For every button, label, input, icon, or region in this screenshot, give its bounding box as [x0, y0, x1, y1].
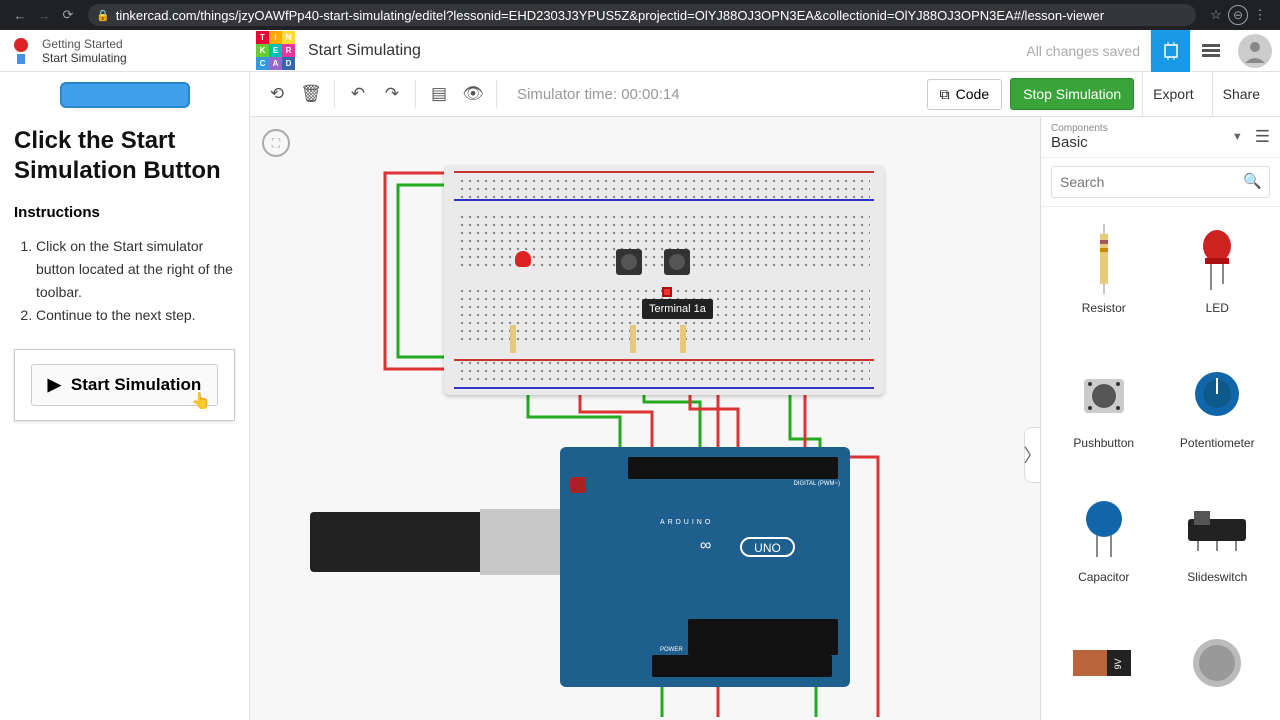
- browser-chrome: ← → ⟳ 🔒 tinkercad.com/things/jzyOAWfPp40…: [0, 0, 1280, 30]
- person-icon: [1243, 39, 1267, 63]
- star-icon[interactable]: ☆: [1204, 7, 1228, 23]
- pushbutton-component[interactable]: [664, 249, 690, 275]
- resistor-component[interactable]: [630, 325, 636, 353]
- lesson-sidebar: Click the Start Simulation Button Instru…: [0, 72, 250, 720]
- redo-button[interactable]: ↷: [375, 77, 409, 111]
- code-icon: ⧉: [940, 86, 950, 103]
- breadcrumb-top[interactable]: Getting Started: [42, 37, 127, 51]
- chevron-down-icon: ▼: [1232, 131, 1243, 143]
- resistor-component[interactable]: [680, 325, 686, 353]
- start-sim-callout: ▶ Start Simulation 👆: [14, 349, 235, 421]
- arduino-uno[interactable]: DIGITAL (PWM~) POWER ANALOG IN ∞ ARDUINO…: [500, 447, 860, 717]
- back-button[interactable]: ←: [8, 8, 32, 23]
- notes-button[interactable]: ▤: [422, 77, 456, 111]
- terminal-highlight[interactable]: [662, 287, 672, 297]
- save-status: All changes saved: [1026, 43, 1140, 59]
- reset-button[interactable]: [570, 477, 586, 493]
- editor-toolbar: ⟲ 🗑 ↶ ↷ ▤ 👁 Simulator time: 00:00:14 ⧉Co…: [250, 72, 1280, 117]
- breadboard[interactable]: [444, 165, 884, 395]
- component-capacitor[interactable]: Capacitor: [1049, 486, 1159, 617]
- list-icon: [1202, 44, 1220, 58]
- component-resistor[interactable]: Resistor: [1049, 217, 1159, 348]
- url-bar[interactable]: 🔒 tinkercad.com/things/jzyOAWfPp40-start…: [88, 4, 1196, 26]
- list-view-icon[interactable]: ☰: [1255, 127, 1270, 147]
- user-avatar[interactable]: [1238, 34, 1272, 68]
- stop-simulation-button[interactable]: Stop Simulation: [1010, 78, 1134, 110]
- rotate-button[interactable]: ⟲: [260, 77, 294, 111]
- tinkercad-logo[interactable]: TIN KER CAD: [256, 31, 296, 71]
- undo-button[interactable]: ↶: [341, 77, 375, 111]
- terminal-tooltip: Terminal 1a: [642, 299, 713, 319]
- instruction-step: Continue to the next step.: [36, 304, 235, 327]
- component-pushbutton[interactable]: Pushbutton: [1049, 352, 1159, 483]
- circuit-view-button[interactable]: [1150, 30, 1190, 72]
- code-button[interactable]: ⧉Code: [927, 79, 1002, 110]
- search-icon: 🔍: [1243, 172, 1262, 190]
- components-panel: Components Basic ▼ ☰ 🔍 Resistor: [1040, 117, 1280, 720]
- panel-collapse-handle[interactable]: 〉: [1024, 427, 1040, 483]
- svg-text:9V: 9V: [1113, 658, 1123, 669]
- components-category-select[interactable]: Components Basic: [1051, 123, 1220, 151]
- visibility-button[interactable]: 👁: [456, 77, 490, 111]
- circuit-canvas[interactable]: ⛶: [250, 117, 1280, 720]
- start-simulation-example-button[interactable]: ▶ Start Simulation 👆: [31, 364, 218, 406]
- led-component[interactable]: [515, 251, 531, 267]
- list-view-button[interactable]: [1190, 30, 1230, 72]
- component-slideswitch[interactable]: Slideswitch: [1163, 486, 1273, 617]
- project-title[interactable]: Start Simulating: [308, 42, 421, 60]
- arduino-model: UNO: [740, 537, 795, 557]
- microcontroller-chip: [688, 619, 838, 655]
- instructions-heading: Instructions: [14, 204, 235, 221]
- infinity-icon: ∞: [700, 537, 711, 555]
- forward-button[interactable]: →: [32, 8, 56, 23]
- profile-icon[interactable]: ⊖: [1228, 5, 1248, 25]
- url-text: tinkercad.com/things/jzyOAWfPp40-start-s…: [116, 8, 1104, 23]
- arduino-brand: ARDUINO: [660, 519, 713, 526]
- component-coincell[interactable]: [1163, 621, 1273, 720]
- delete-button[interactable]: 🗑: [294, 77, 328, 111]
- led-icon: [10, 38, 32, 64]
- progress-pill[interactable]: [60, 82, 190, 108]
- export-button[interactable]: Export: [1142, 72, 1203, 117]
- cursor-icon: 👆: [191, 391, 211, 411]
- play-icon: ▶: [48, 375, 61, 395]
- breadcrumb-sub: Start Simulating: [42, 51, 127, 65]
- reload-button[interactable]: ⟳: [56, 7, 80, 23]
- component-led[interactable]: LED: [1163, 217, 1273, 348]
- zoom-fit-button[interactable]: ⛶: [262, 129, 290, 157]
- app-header: Getting Started Start Simulating TIN KER…: [0, 30, 1280, 72]
- share-button[interactable]: Share: [1212, 72, 1270, 117]
- simulator-time: Simulator time: 00:00:14: [517, 86, 680, 103]
- pushbutton-component[interactable]: [616, 249, 642, 275]
- component-potentiometer[interactable]: Potentiometer: [1163, 352, 1273, 483]
- resistor-component[interactable]: [510, 325, 516, 353]
- start-sim-label: Start Simulation: [71, 375, 201, 395]
- component-search-input[interactable]: [1051, 166, 1270, 198]
- instructions-list: Click on the Start simulator button loca…: [14, 235, 235, 327]
- menu-icon[interactable]: ⋮: [1248, 7, 1272, 23]
- lesson-title: Click the Start Simulation Button: [14, 126, 235, 186]
- instruction-step: Click on the Start simulator button loca…: [36, 235, 235, 304]
- chip-icon: [1161, 41, 1181, 61]
- component-battery[interactable]: 9V: [1049, 621, 1159, 720]
- lock-icon: 🔒: [96, 9, 110, 22]
